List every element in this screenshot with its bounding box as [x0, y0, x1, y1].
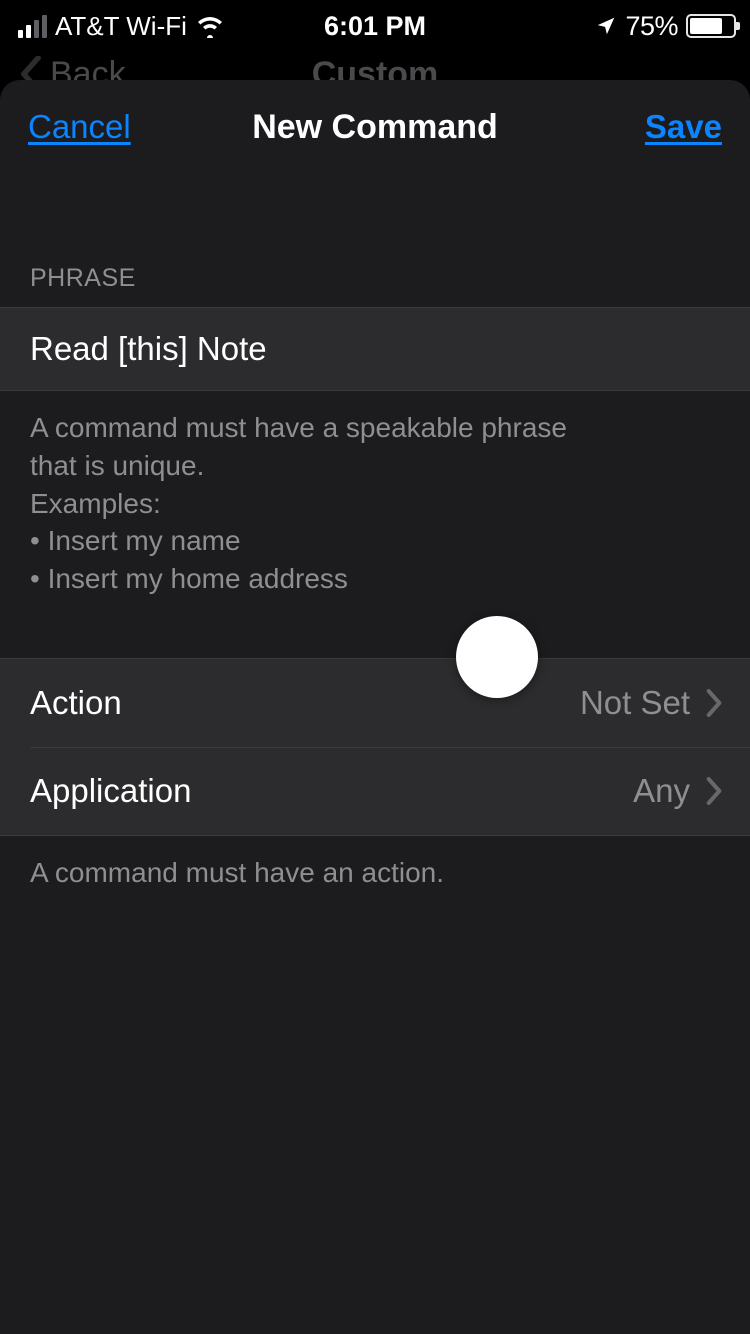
- application-row[interactable]: Application Any: [0, 747, 750, 835]
- phrase-footer-note: A command must have a speakable phrase t…: [0, 391, 640, 616]
- battery-icon: [686, 14, 736, 38]
- save-button[interactable]: Save: [645, 108, 722, 146]
- assistive-touch-button[interactable]: [456, 616, 538, 698]
- application-label: Application: [30, 772, 191, 810]
- phrase-cell-group: [0, 307, 750, 391]
- action-value: Not Set: [580, 684, 690, 722]
- application-value: Any: [633, 772, 690, 810]
- phrase-section-header: PHRASE: [0, 264, 750, 307]
- phrase-input[interactable]: [30, 330, 720, 368]
- cancel-button[interactable]: Cancel: [28, 108, 131, 146]
- action-row[interactable]: Action Not Set: [0, 659, 750, 747]
- action-label: Action: [30, 684, 122, 722]
- settings-footer-note: A command must have an action.: [0, 836, 640, 910]
- chevron-right-icon: [706, 777, 722, 805]
- wifi-icon: [195, 14, 225, 38]
- modal-title: New Command: [252, 108, 498, 147]
- carrier-label: AT&T Wi-Fi: [55, 11, 187, 42]
- status-left: AT&T Wi-Fi: [18, 11, 225, 42]
- location-icon: [595, 15, 617, 37]
- settings-cell-group: Action Not Set Application Any: [0, 658, 750, 836]
- battery-percent: 75%: [625, 11, 678, 42]
- cellular-signal-icon: [18, 15, 47, 38]
- phrase-input-cell[interactable]: [0, 308, 750, 390]
- status-bar: AT&T Wi-Fi 6:01 PM 75%: [0, 0, 750, 44]
- chevron-right-icon: [706, 689, 722, 717]
- status-time: 6:01 PM: [324, 11, 426, 42]
- new-command-sheet: Cancel New Command Save PHRASE A command…: [0, 80, 750, 1334]
- status-right: 75%: [595, 11, 736, 42]
- modal-header: Cancel New Command Save: [0, 80, 750, 174]
